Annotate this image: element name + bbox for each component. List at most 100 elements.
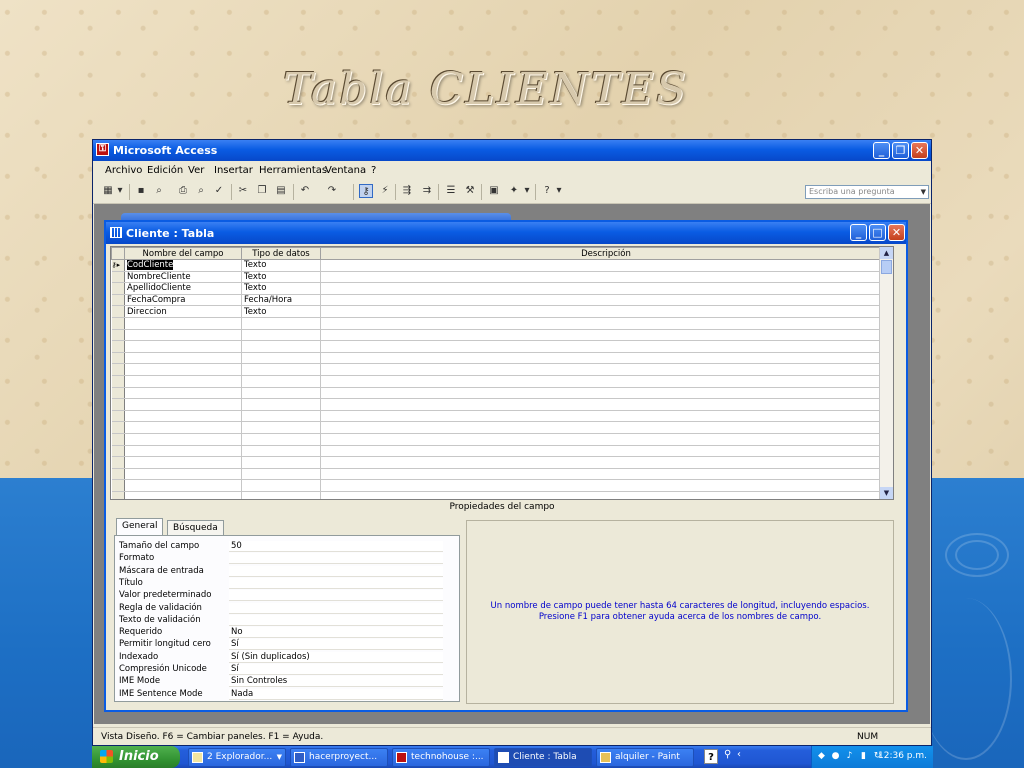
description-cell[interactable] (320, 340, 892, 353)
copy-icon[interactable]: ❐ (255, 184, 269, 198)
vertical-scrollbar[interactable]: ▲ ▼ (879, 247, 893, 499)
row-selector[interactable] (111, 375, 125, 388)
table-row[interactable] (111, 479, 892, 492)
table-row[interactable] (111, 398, 892, 411)
cut-icon[interactable]: ✂ (236, 184, 250, 198)
chevron-down-icon[interactable]: ▼ (277, 749, 282, 766)
description-cell[interactable] (320, 387, 892, 400)
description-cell[interactable] (320, 352, 892, 365)
close-button[interactable]: ✕ (911, 142, 928, 159)
property-value-field[interactable]: Sin Controles (229, 676, 443, 688)
language-icon[interactable]: ⚲ (724, 749, 731, 760)
tab-busqueda[interactable]: Búsqueda (167, 520, 224, 535)
insert-rows-icon[interactable]: ⇶ (400, 184, 414, 198)
field-name-cell[interactable] (124, 445, 242, 458)
scroll-thumb[interactable] (881, 260, 892, 274)
view-icon[interactable]: ▦ (101, 184, 115, 198)
data-type-cell[interactable] (241, 410, 321, 423)
field-name-cell[interactable] (124, 352, 242, 365)
table-row[interactable] (111, 421, 892, 434)
description-cell[interactable] (320, 259, 892, 272)
description-cell[interactable] (320, 305, 892, 318)
property-value-field[interactable] (229, 602, 443, 614)
description-cell[interactable] (320, 479, 892, 492)
menu-edicion[interactable]: Edición (147, 165, 183, 176)
data-type-cell[interactable] (241, 317, 321, 330)
table-row[interactable] (111, 491, 892, 499)
delete-rows-icon[interactable]: ⇉ (420, 184, 434, 198)
data-type-cell[interactable]: Texto (241, 282, 321, 295)
field-name-cell[interactable] (124, 491, 242, 499)
row-selector[interactable] (111, 398, 125, 411)
data-type-cell[interactable] (241, 456, 321, 469)
network-icon[interactable]: ◆ (816, 750, 827, 762)
search-icon[interactable]: ⌕ (152, 184, 166, 198)
field-name-cell[interactable]: CodCliente (124, 259, 242, 272)
data-type-cell[interactable]: Texto (241, 259, 321, 272)
field-name-cell[interactable] (124, 317, 242, 330)
field-name-cell[interactable] (124, 410, 242, 423)
description-cell[interactable] (320, 433, 892, 446)
row-selector[interactable] (111, 410, 125, 423)
row-selector[interactable] (111, 294, 125, 307)
menu-help[interactable]: ? (371, 165, 376, 176)
task-hacerproyect[interactable]: hacerproyect... (290, 748, 388, 767)
spelling-icon[interactable]: ✓ (212, 184, 226, 198)
undo-icon[interactable]: ↶ (298, 184, 312, 198)
table-row[interactable] (111, 468, 892, 481)
table-row[interactable] (111, 352, 892, 365)
field-name-cell[interactable] (124, 479, 242, 492)
menu-herramientas[interactable]: Herramientas (259, 165, 327, 176)
row-selector[interactable] (111, 352, 125, 365)
table-row[interactable]: Direccion Texto (111, 305, 892, 318)
child-minimize-button[interactable]: _ (850, 224, 867, 241)
table-row[interactable] (111, 456, 892, 469)
view-dropdown-icon[interactable]: ▾ (116, 184, 124, 198)
description-cell[interactable] (320, 445, 892, 458)
table-icon[interactable] (110, 227, 122, 238)
data-type-cell[interactable] (241, 421, 321, 434)
menu-archivo[interactable]: Archivo (105, 165, 142, 176)
row-selector[interactable] (111, 468, 125, 481)
task-alquiler-paint[interactable]: alquiler - Paint (596, 748, 694, 767)
data-type-cell[interactable]: Fecha/Hora (241, 294, 321, 307)
data-type-cell[interactable] (241, 398, 321, 411)
task-cliente-tabla[interactable]: Cliente : Tabla (494, 748, 592, 767)
row-selector[interactable] (111, 445, 125, 458)
properties-icon[interactable]: ☰ (444, 184, 458, 198)
data-type-cell[interactable] (241, 433, 321, 446)
row-selector[interactable] (111, 479, 125, 492)
property-value-field[interactable]: 50 (229, 541, 443, 552)
table-row[interactable] (111, 433, 892, 446)
description-cell[interactable] (320, 375, 892, 388)
data-type-cell[interactable] (241, 375, 321, 388)
row-selector[interactable] (111, 305, 125, 318)
row-selector[interactable] (111, 271, 125, 284)
primary-key-icon[interactable]: ⚷ (359, 184, 373, 198)
chevron-left-icon[interactable]: ‹ (737, 749, 741, 760)
field-name-cell[interactable]: ApellidoCliente (124, 282, 242, 295)
row-selector[interactable] (111, 363, 125, 376)
save-icon[interactable]: ▪ (134, 184, 148, 198)
paste-icon[interactable]: ▤ (274, 184, 288, 198)
restore-button[interactable]: ❐ (892, 142, 909, 159)
table-row[interactable] (111, 317, 892, 330)
property-value-field[interactable] (229, 577, 443, 589)
description-cell[interactable] (320, 421, 892, 434)
table-row[interactable] (111, 410, 892, 423)
toolbar-options-icon[interactable]: ▾ (555, 184, 563, 198)
table-row[interactable] (111, 387, 892, 400)
property-value-field[interactable]: Sí (229, 639, 443, 651)
row-selector[interactable] (111, 433, 125, 446)
property-value-field[interactable]: No (229, 627, 443, 639)
menu-ver[interactable]: Ver (188, 165, 204, 176)
data-type-cell[interactable] (241, 329, 321, 342)
data-type-cell[interactable] (241, 363, 321, 376)
data-type-cell[interactable] (241, 491, 321, 499)
access-app-icon[interactable]: ⚿ (96, 143, 109, 156)
description-cell[interactable] (320, 329, 892, 342)
data-type-cell[interactable]: Texto (241, 271, 321, 284)
database-window-icon[interactable]: ▣ (487, 184, 501, 198)
data-type-cell[interactable] (241, 445, 321, 458)
row-selector[interactable] (111, 329, 125, 342)
